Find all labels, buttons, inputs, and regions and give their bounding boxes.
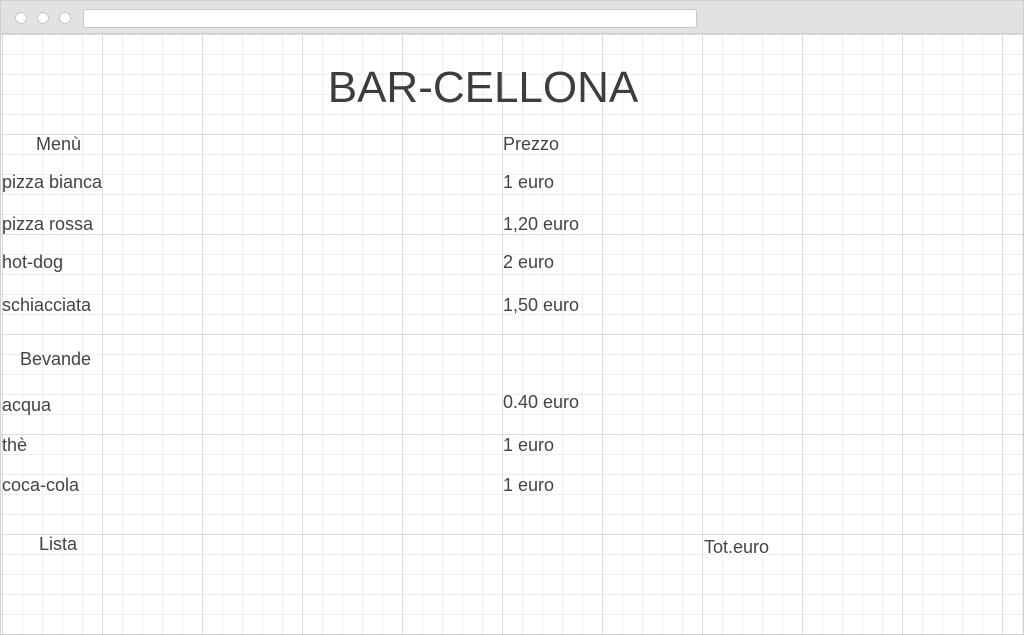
drinks-header: Bevande (20, 349, 92, 369)
browser-toolbar (1, 1, 1023, 34)
maximize-window-button[interactable] (59, 12, 71, 24)
list-label: Lista (39, 534, 78, 554)
page-canvas: BAR-CELLONA Menù Prezzo pizza bianca 1 e… (1, 34, 1023, 634)
page-title: BAR-CELLONA (327, 63, 639, 112)
close-window-button[interactable] (15, 12, 27, 24)
drink-item-price: 1 euro (503, 475, 555, 495)
menu-item-name: schiacciata (2, 295, 92, 315)
menu-item-price: 1,20 euro (503, 214, 580, 234)
price-header: Prezzo (503, 134, 560, 154)
drink-item-name: acqua (2, 395, 52, 415)
drink-item-price: 1 euro (503, 435, 555, 455)
menu-item-price: 2 euro (503, 252, 555, 272)
browser-window: BAR-CELLONA Menù Prezzo pizza bianca 1 e… (0, 0, 1024, 635)
menu-item-name: hot-dog (2, 252, 64, 272)
drink-item-price: 0.40 euro (503, 392, 580, 412)
total-label: Tot.euro (704, 537, 770, 557)
drink-item-name: coca-cola (2, 475, 80, 495)
address-bar[interactable] (83, 9, 697, 28)
menu-item-name: pizza bianca (2, 172, 103, 192)
drink-item-name: thè (2, 435, 28, 455)
menu-header: Menù (36, 134, 82, 154)
menu-item-price: 1 euro (503, 172, 555, 192)
minimize-window-button[interactable] (37, 12, 49, 24)
menu-item-name: pizza rossa (2, 214, 94, 234)
menu-item-price: 1,50 euro (503, 295, 580, 315)
